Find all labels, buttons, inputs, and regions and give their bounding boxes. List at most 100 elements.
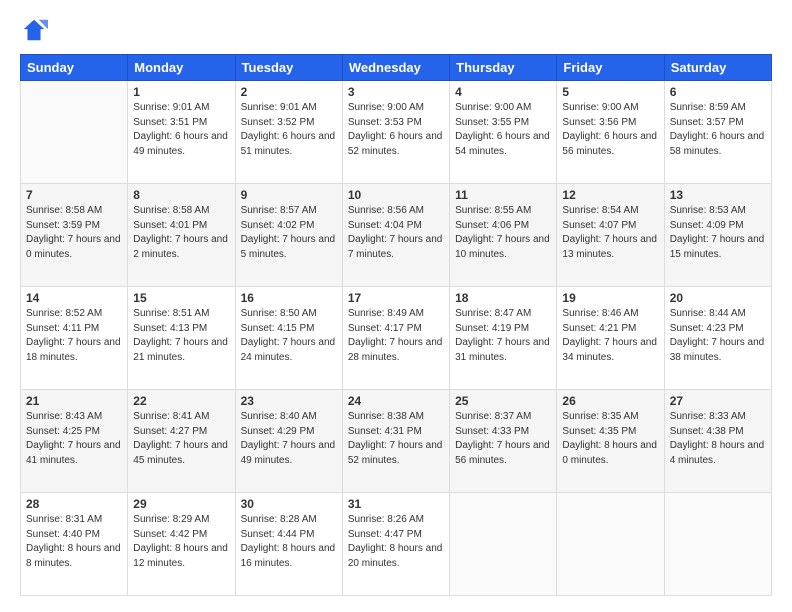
week-row-4: 21 Sunrise: 8:43 AMSunset: 4:25 PMDayligh… [21, 390, 772, 493]
weekday-header-thursday: Thursday [450, 55, 557, 81]
cell-details: Sunrise: 8:51 AMSunset: 4:13 PMDaylight:… [133, 307, 229, 365]
cell-details: Sunrise: 8:31 AMSunset: 4:40 PMDaylight:… [26, 513, 122, 571]
calendar-cell: 15 Sunrise: 8:51 AMSunset: 4:13 PMDayligh… [128, 287, 235, 390]
cell-details: Sunrise: 8:35 AMSunset: 4:35 PMDaylight:… [562, 410, 658, 468]
day-number: 17 [348, 291, 444, 305]
page: SundayMondayTuesdayWednesdayThursdayFrid… [0, 0, 792, 612]
cell-details: Sunrise: 8:57 AMSunset: 4:02 PMDaylight:… [241, 204, 337, 262]
calendar-cell: 22 Sunrise: 8:41 AMSunset: 4:27 PMDayligh… [128, 390, 235, 493]
calendar-cell: 17Sunrise: 8:49 AMSunset: 4:17 PMDayligh… [342, 287, 449, 390]
cell-details: Sunrise: 8:59 AMSunset: 3:57 PMDaylight:… [670, 101, 766, 159]
day-number: 28 [26, 497, 122, 511]
cell-details: Sunrise: 8:46 AMSunset: 4:21 PMDaylight:… [562, 307, 658, 365]
calendar-cell: 12Sunrise: 8:54 AMSunset: 4:07 PMDayligh… [557, 184, 664, 287]
day-number: 20 [670, 291, 766, 305]
day-number: 6 [670, 85, 766, 99]
day-number: 31 [348, 497, 444, 511]
weekday-header-monday: Monday [128, 55, 235, 81]
cell-details: Sunrise: 9:01 AMSunset: 3:52 PMDaylight:… [241, 101, 337, 159]
week-row-5: 28 Sunrise: 8:31 AMSunset: 4:40 PMDayligh… [21, 493, 772, 596]
weekday-header-wednesday: Wednesday [342, 55, 449, 81]
week-row-2: 7Sunrise: 8:58 AMSunset: 3:59 PMDaylight… [21, 184, 772, 287]
cell-details: Sunrise: 8:40 AMSunset: 4:29 PMDaylight:… [241, 410, 337, 468]
cell-details: Sunrise: 8:43 AMSunset: 4:25 PMDaylight:… [26, 410, 122, 468]
day-number: 8 [133, 188, 229, 202]
calendar-cell: 14 Sunrise: 8:52 AMSunset: 4:11 PMDayligh… [21, 287, 128, 390]
day-number: 1 [133, 85, 229, 99]
calendar-cell: 8 Sunrise: 8:58 AMSunset: 4:01 PMDaylight… [128, 184, 235, 287]
day-number: 13 [670, 188, 766, 202]
calendar-cell: 31 Sunrise: 8:26 AMSunset: 4:47 PMDayligh… [342, 493, 449, 596]
day-number: 19 [562, 291, 658, 305]
cell-details: Sunrise: 9:00 AMSunset: 3:53 PMDaylight:… [348, 101, 444, 159]
header [20, 16, 772, 44]
cell-details: Sunrise: 8:44 AMSunset: 4:23 PMDaylight:… [670, 307, 766, 365]
calendar-cell: 16 Sunrise: 8:50 AMSunset: 4:15 PMDayligh… [235, 287, 342, 390]
cell-details: Sunrise: 8:58 AMSunset: 3:59 PMDaylight:… [26, 204, 122, 262]
cell-details: Sunrise: 9:00 AMSunset: 3:55 PMDaylight:… [455, 101, 551, 159]
calendar-cell [557, 493, 664, 596]
day-number: 16 [241, 291, 337, 305]
calendar-cell: 9Sunrise: 8:57 AMSunset: 4:02 PMDaylight… [235, 184, 342, 287]
calendar-table: SundayMondayTuesdayWednesdayThursdayFrid… [20, 54, 772, 596]
cell-details: Sunrise: 8:55 AMSunset: 4:06 PMDaylight:… [455, 204, 551, 262]
calendar-cell [450, 493, 557, 596]
logo-icon [20, 16, 48, 44]
week-row-3: 14 Sunrise: 8:52 AMSunset: 4:11 PMDayligh… [21, 287, 772, 390]
calendar-cell: 1 Sunrise: 9:01 AMSunset: 3:51 PMDaylight… [128, 81, 235, 184]
day-number: 22 [133, 394, 229, 408]
weekday-header-tuesday: Tuesday [235, 55, 342, 81]
calendar-cell: 26 Sunrise: 8:35 AMSunset: 4:35 PMDayligh… [557, 390, 664, 493]
calendar-cell: 3 Sunrise: 9:00 AMSunset: 3:53 PMDaylight… [342, 81, 449, 184]
day-number: 3 [348, 85, 444, 99]
day-number: 26 [562, 394, 658, 408]
cell-details: Sunrise: 8:37 AMSunset: 4:33 PMDaylight:… [455, 410, 551, 468]
day-number: 30 [241, 497, 337, 511]
logo [20, 16, 52, 44]
calendar-cell: 6 Sunrise: 8:59 AMSunset: 3:57 PMDaylight… [664, 81, 771, 184]
cell-details: Sunrise: 9:01 AMSunset: 3:51 PMDaylight:… [133, 101, 229, 159]
calendar-cell: 5Sunrise: 9:00 AMSunset: 3:56 PMDaylight… [557, 81, 664, 184]
calendar-cell [21, 81, 128, 184]
day-number: 4 [455, 85, 551, 99]
weekday-header-row: SundayMondayTuesdayWednesdayThursdayFrid… [21, 55, 772, 81]
day-number: 11 [455, 188, 551, 202]
cell-details: Sunrise: 8:33 AMSunset: 4:38 PMDaylight:… [670, 410, 766, 468]
day-number: 2 [241, 85, 337, 99]
weekday-header-friday: Friday [557, 55, 664, 81]
cell-details: Sunrise: 8:50 AMSunset: 4:15 PMDaylight:… [241, 307, 337, 365]
cell-details: Sunrise: 9:00 AMSunset: 3:56 PMDaylight:… [562, 101, 658, 159]
calendar-cell: 28 Sunrise: 8:31 AMSunset: 4:40 PMDayligh… [21, 493, 128, 596]
calendar-cell: 13 Sunrise: 8:53 AMSunset: 4:09 PMDayligh… [664, 184, 771, 287]
calendar-cell: 21 Sunrise: 8:43 AMSunset: 4:25 PMDayligh… [21, 390, 128, 493]
cell-details: Sunrise: 8:26 AMSunset: 4:47 PMDaylight:… [348, 513, 444, 571]
weekday-header-sunday: Sunday [21, 55, 128, 81]
cell-details: Sunrise: 8:47 AMSunset: 4:19 PMDaylight:… [455, 307, 551, 365]
weekday-header-saturday: Saturday [664, 55, 771, 81]
day-number: 27 [670, 394, 766, 408]
calendar-cell: 25 Sunrise: 8:37 AMSunset: 4:33 PMDayligh… [450, 390, 557, 493]
calendar-cell: 20 Sunrise: 8:44 AMSunset: 4:23 PMDayligh… [664, 287, 771, 390]
calendar-cell: 27 Sunrise: 8:33 AMSunset: 4:38 PMDayligh… [664, 390, 771, 493]
cell-details: Sunrise: 8:53 AMSunset: 4:09 PMDaylight:… [670, 204, 766, 262]
calendar-cell: 4 Sunrise: 9:00 AMSunset: 3:55 PMDaylight… [450, 81, 557, 184]
cell-details: Sunrise: 8:52 AMSunset: 4:11 PMDaylight:… [26, 307, 122, 365]
cell-details: Sunrise: 8:58 AMSunset: 4:01 PMDaylight:… [133, 204, 229, 262]
calendar-cell: 10 Sunrise: 8:56 AMSunset: 4:04 PMDayligh… [342, 184, 449, 287]
calendar-cell: 11 Sunrise: 8:55 AMSunset: 4:06 PMDayligh… [450, 184, 557, 287]
calendar-cell: 29Sunrise: 8:29 AMSunset: 4:42 PMDayligh… [128, 493, 235, 596]
day-number: 10 [348, 188, 444, 202]
calendar-cell: 24 Sunrise: 8:38 AMSunset: 4:31 PMDayligh… [342, 390, 449, 493]
day-number: 12 [562, 188, 658, 202]
day-number: 21 [26, 394, 122, 408]
cell-details: Sunrise: 8:28 AMSunset: 4:44 PMDaylight:… [241, 513, 337, 571]
day-number: 14 [26, 291, 122, 305]
day-number: 25 [455, 394, 551, 408]
day-number: 18 [455, 291, 551, 305]
day-number: 24 [348, 394, 444, 408]
cell-details: Sunrise: 8:56 AMSunset: 4:04 PMDaylight:… [348, 204, 444, 262]
cell-details: Sunrise: 8:29 AMSunset: 4:42 PMDaylight:… [133, 513, 229, 571]
cell-details: Sunrise: 8:41 AMSunset: 4:27 PMDaylight:… [133, 410, 229, 468]
day-number: 15 [133, 291, 229, 305]
cell-details: Sunrise: 8:38 AMSunset: 4:31 PMDaylight:… [348, 410, 444, 468]
